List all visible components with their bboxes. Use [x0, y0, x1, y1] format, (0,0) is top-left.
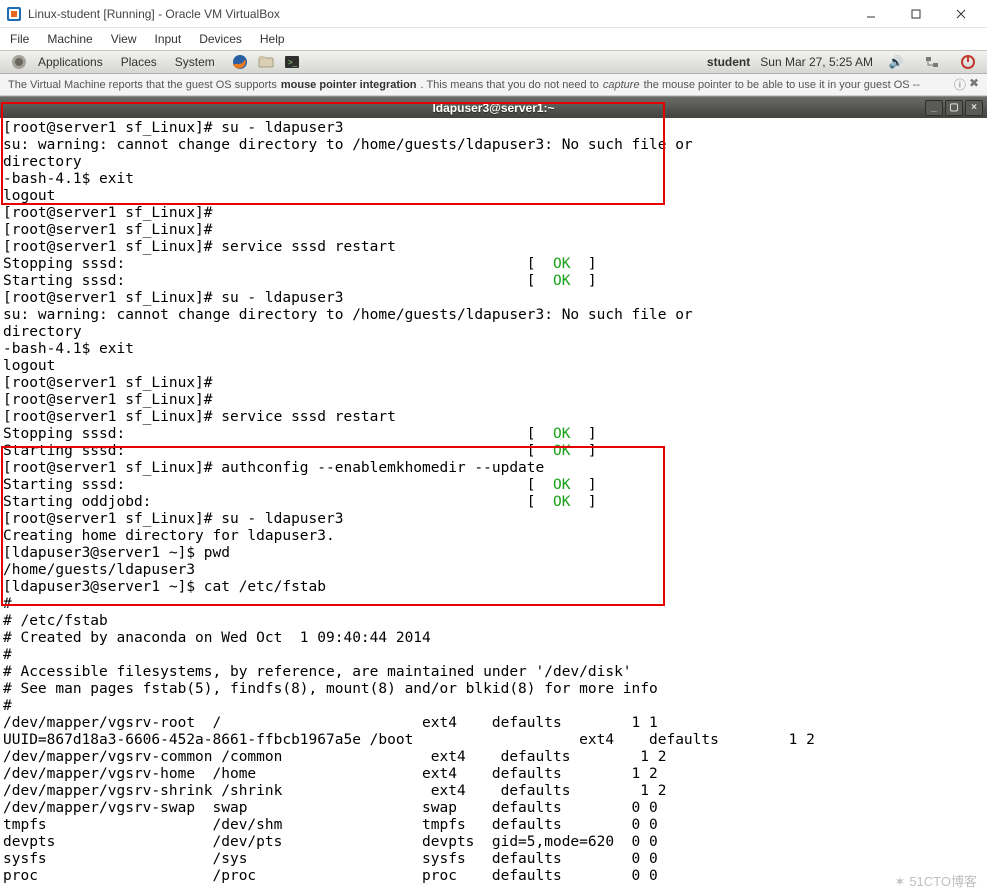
- terminal-line: #: [3, 596, 983, 613]
- terminal-line: proc /proc proc defaults 0 0: [3, 868, 983, 885]
- watermark: ✶ 51CTO博客: [880, 869, 987, 890]
- terminal-line: [root@server1 sf_Linux]# service sssd re…: [3, 239, 983, 256]
- terminal-line: directory: [3, 154, 983, 171]
- vb-info-italic: capture: [603, 79, 640, 91]
- terminal-line: [root@server1 sf_Linux]#: [3, 205, 983, 222]
- terminal-maximize-button[interactable]: ▢: [945, 100, 963, 116]
- terminal-line: Starting sssd: [ OK ]: [3, 273, 983, 290]
- terminal-line: [root@server1 sf_Linux]# su - ldapuser3: [3, 511, 983, 528]
- menu-devices[interactable]: Devices: [199, 32, 242, 46]
- terminal-line: Starting oddjobd: [ OK ]: [3, 494, 983, 511]
- terminal-minimize-button[interactable]: _: [925, 100, 943, 116]
- terminal-line: su: warning: cannot change directory to …: [3, 307, 983, 324]
- virtualbox-menubar: File Machine View Input Devices Help: [0, 28, 987, 50]
- terminal-line: [root@server1 sf_Linux]# service sssd re…: [3, 409, 983, 426]
- terminal-titlebar[interactable]: ldapuser3@server1:~ _ ▢ ×: [0, 96, 987, 118]
- terminal-line: /home/guests/ldapuser3: [3, 562, 983, 579]
- terminal-line: [root@server1 sf_Linux]#: [3, 375, 983, 392]
- menu-machine[interactable]: Machine: [47, 32, 92, 46]
- file-manager-icon[interactable]: [257, 53, 275, 71]
- terminal-line: Starting sssd: [ OK ]: [3, 443, 983, 460]
- terminal-title: ldapuser3@server1:~: [432, 101, 554, 115]
- watermark-icon: ✶: [894, 874, 905, 889]
- terminal-line: /dev/mapper/vgsrv-shrink /shrink ext4 de…: [3, 783, 983, 800]
- terminal-line: Creating home directory for ldapuser3.: [3, 528, 983, 545]
- terminal-icon[interactable]: >_: [283, 53, 301, 71]
- menu-file[interactable]: File: [10, 32, 29, 46]
- terminal-line: /dev/mapper/vgsrv-swap swap swap default…: [3, 800, 983, 817]
- terminal-line: -bash-4.1$ exit: [3, 171, 983, 188]
- terminal-line: -bash-4.1$ exit: [3, 341, 983, 358]
- vb-info-bold: mouse pointer integration: [281, 79, 417, 91]
- maximize-button[interactable]: [893, 0, 938, 28]
- terminal-line: su: warning: cannot change directory to …: [3, 137, 983, 154]
- terminal-line: logout: [3, 358, 983, 375]
- network-icon[interactable]: [923, 53, 941, 71]
- vb-info-text-1: The Virtual Machine reports that the gue…: [8, 79, 277, 91]
- terminal-line: # Accessible filesystems, by reference, …: [3, 664, 983, 681]
- host-window-title: Linux-student [Running] - Oracle VM Virt…: [28, 7, 848, 21]
- terminal-line: sysfs /sys sysfs defaults 0 0: [3, 851, 983, 868]
- terminal-line: tmpfs /dev/shm tmpfs defaults 0 0: [3, 817, 983, 834]
- minimize-button[interactable]: [848, 0, 893, 28]
- virtualbox-icon: [6, 6, 22, 22]
- close-button[interactable]: [938, 0, 983, 28]
- menu-view[interactable]: View: [111, 32, 137, 46]
- terminal-output[interactable]: [root@server1 sf_Linux]# su - ldapuser3s…: [0, 118, 987, 889]
- watermark-text: 51CTO博客: [909, 874, 977, 889]
- menu-help[interactable]: Help: [260, 32, 285, 46]
- vb-info-text-3: the mouse pointer to be able to use it i…: [644, 79, 920, 91]
- vb-info-tray: ⓘ ✖: [954, 76, 979, 93]
- terminal-line: #: [3, 647, 983, 664]
- terminal-line: Stopping sssd: [ OK ]: [3, 256, 983, 273]
- terminal-line: [root@server1 sf_Linux]#: [3, 392, 983, 409]
- panel-clock[interactable]: Sun Mar 27, 5:25 AM: [760, 55, 873, 69]
- svg-text:>_: >_: [288, 58, 298, 67]
- panel-menu-applications[interactable]: Applications: [38, 55, 103, 69]
- info-icon: ⓘ: [954, 76, 966, 93]
- terminal-line: [root@server1 sf_Linux]# su - ldapuser3: [3, 290, 983, 307]
- volume-icon[interactable]: 🔊: [887, 53, 905, 71]
- terminal-line: #: [3, 698, 983, 715]
- terminal-line: directory: [3, 324, 983, 341]
- terminal-line: [ldapuser3@server1 ~]$ pwd: [3, 545, 983, 562]
- terminal-line: [ldapuser3@server1 ~]$ cat /etc/fstab: [3, 579, 983, 596]
- terminal-line: [root@server1 sf_Linux]# authconfig --en…: [3, 460, 983, 477]
- firefox-icon[interactable]: [231, 53, 249, 71]
- dismiss-icon[interactable]: ✖: [969, 76, 979, 93]
- panel-menu-system[interactable]: System: [175, 55, 215, 69]
- vb-mouse-integration-strip: The Virtual Machine reports that the gue…: [0, 74, 987, 96]
- terminal-line: logout: [3, 188, 983, 205]
- terminal-line: UUID=867d18a3-6606-452a-8661-ffbcb1967a5…: [3, 732, 983, 749]
- panel-menu-places[interactable]: Places: [121, 55, 157, 69]
- host-window-controls: [848, 0, 983, 28]
- terminal-line: # See man pages fstab(5), findfs(8), mou…: [3, 681, 983, 698]
- terminal-line: Starting sssd: [ OK ]: [3, 477, 983, 494]
- terminal-line: /dev/mapper/vgsrv-common /common ext4 de…: [3, 749, 983, 766]
- terminal-line: [root@server1 sf_Linux]#: [3, 222, 983, 239]
- terminal-line: [root@server1 sf_Linux]# su - ldapuser3: [3, 120, 983, 137]
- power-icon[interactable]: [959, 53, 977, 71]
- terminal-close-button[interactable]: ×: [965, 100, 983, 116]
- terminal-line: # /etc/fstab: [3, 613, 983, 630]
- vb-info-text-2: . This means that you do not need to: [421, 79, 599, 91]
- panel-username[interactable]: student: [707, 55, 750, 69]
- host-window-titlebar: Linux-student [Running] - Oracle VM Virt…: [0, 0, 987, 28]
- menu-input[interactable]: Input: [155, 32, 182, 46]
- terminal-line: /dev/mapper/vgsrv-root / ext4 defaults 1…: [3, 715, 983, 732]
- terminal-line: Stopping sssd: [ OK ]: [3, 426, 983, 443]
- terminal-line: devpts /dev/pts devpts gid=5,mode=620 0 …: [3, 834, 983, 851]
- gnome-foot-icon: [10, 53, 28, 71]
- terminal-line: /dev/mapper/vgsrv-home /home ext4 defaul…: [3, 766, 983, 783]
- gnome-top-panel: Applications Places System >_ student Su…: [0, 50, 987, 74]
- terminal-line: # Created by anaconda on Wed Oct 1 09:40…: [3, 630, 983, 647]
